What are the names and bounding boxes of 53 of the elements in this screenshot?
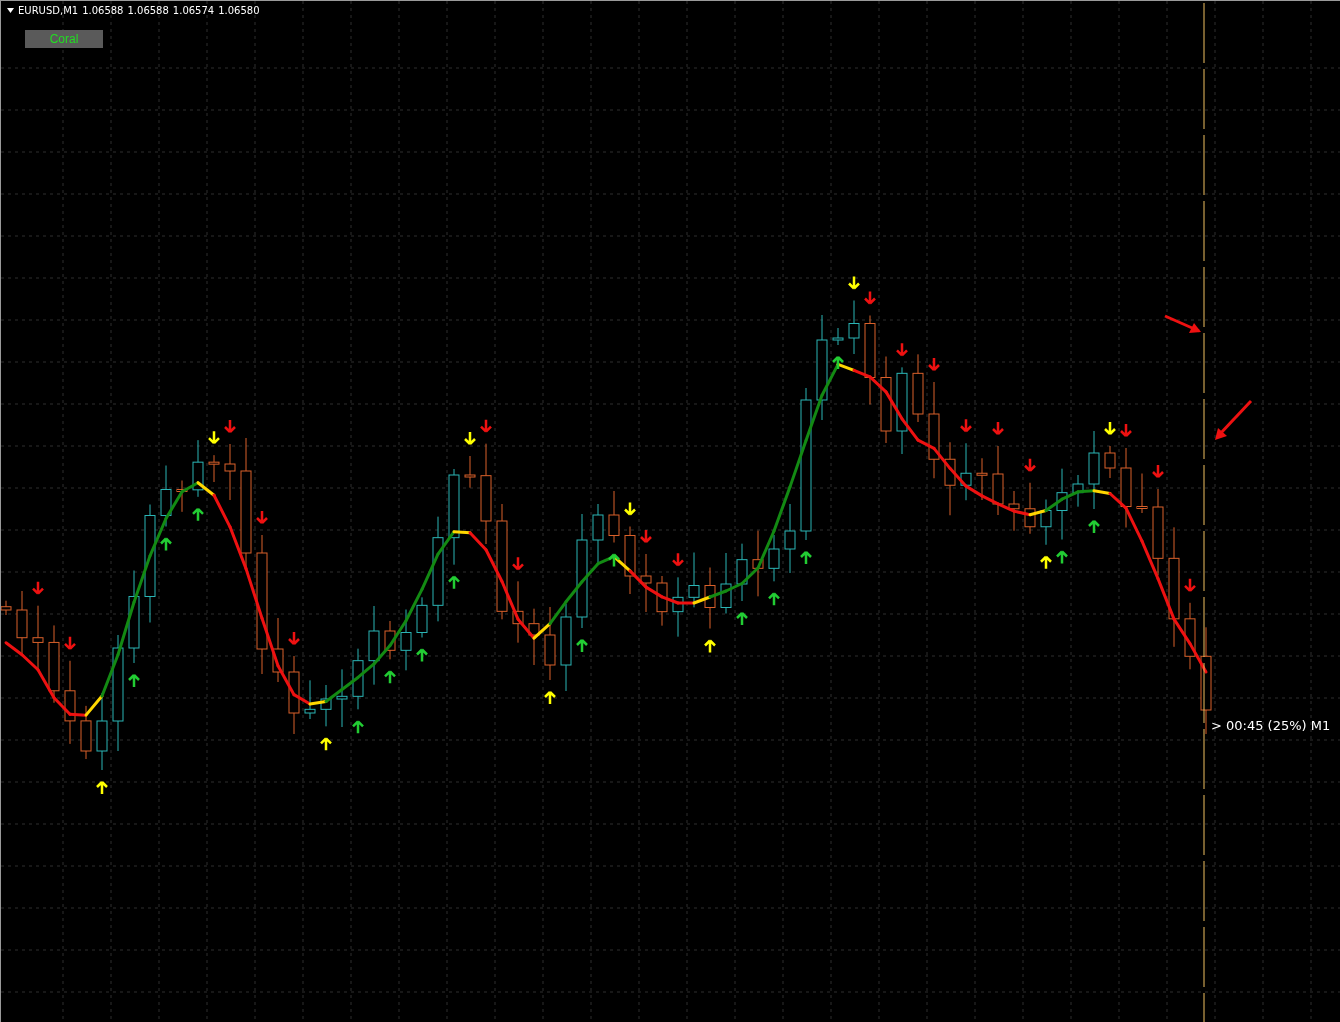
- up-arrow-icon: [319, 737, 333, 752]
- up-arrow-icon: [415, 648, 429, 663]
- down-arrow-icon: [959, 418, 973, 433]
- annotation-arrow-icon: [1164, 314, 1201, 333]
- down-arrow-icon: [671, 552, 685, 567]
- up-arrow-icon: [1055, 550, 1069, 565]
- down-arrow-icon: [1103, 420, 1117, 436]
- down-arrow-icon: [63, 635, 77, 651]
- down-arrow-icon: [255, 509, 269, 525]
- down-arrow-icon: [511, 556, 525, 571]
- price-quote: 1.06580: [218, 5, 260, 16]
- down-arrow-icon: [847, 275, 861, 290]
- down-arrow-icon: [223, 418, 237, 434]
- up-arrow-icon: [607, 553, 621, 568]
- down-arrow-icon: [639, 528, 653, 544]
- up-arrow-icon: [159, 537, 173, 552]
- down-arrow-icon: [1183, 577, 1197, 593]
- up-arrow-icon: [1087, 519, 1101, 535]
- up-arrow-icon: [703, 639, 717, 654]
- down-arrow-icon: [927, 356, 941, 372]
- up-arrow-icon: [543, 690, 557, 706]
- up-arrow-icon: [1039, 555, 1053, 570]
- up-arrow-icon: [767, 592, 781, 607]
- down-arrow-icon: [1023, 457, 1037, 472]
- down-arrow-icon: [287, 630, 301, 646]
- dropdown-triangle-icon[interactable]: [7, 8, 14, 13]
- up-arrow-icon: [735, 611, 749, 627]
- down-arrow-icon: [479, 418, 493, 433]
- up-arrow-icon: [383, 670, 397, 685]
- up-arrow-icon: [191, 507, 205, 523]
- down-arrow-icon: [1119, 422, 1133, 438]
- down-arrow-icon: [31, 580, 45, 595]
- down-arrow-icon: [463, 430, 477, 446]
- down-arrow-icon: [207, 429, 221, 445]
- price-quote: 1.06588: [82, 5, 124, 16]
- indicator-button[interactable]: Coral: [25, 30, 103, 48]
- up-arrow-icon: [447, 575, 461, 590]
- down-arrow-icon: [991, 420, 1005, 436]
- down-arrow-icon: [1151, 463, 1165, 479]
- up-arrow-icon: [351, 720, 365, 735]
- price-quote: 1.06588: [127, 5, 169, 16]
- candle-timer-label: > 00:45 (25%) M1: [1211, 718, 1331, 733]
- up-arrow-icon: [799, 550, 813, 566]
- up-arrow-icon: [575, 638, 589, 654]
- price-quote: 1.06574: [172, 5, 215, 16]
- up-arrow-icon: [95, 780, 109, 796]
- symbol-label: EURUSD,M1: [18, 5, 79, 16]
- up-arrow-icon: [831, 355, 845, 371]
- down-arrow-icon: [623, 501, 637, 516]
- down-arrow-icon: [863, 290, 877, 305]
- annotation-arrow-icon: [1215, 399, 1253, 440]
- up-arrow-icon: [127, 673, 141, 689]
- down-arrow-icon: [895, 342, 909, 357]
